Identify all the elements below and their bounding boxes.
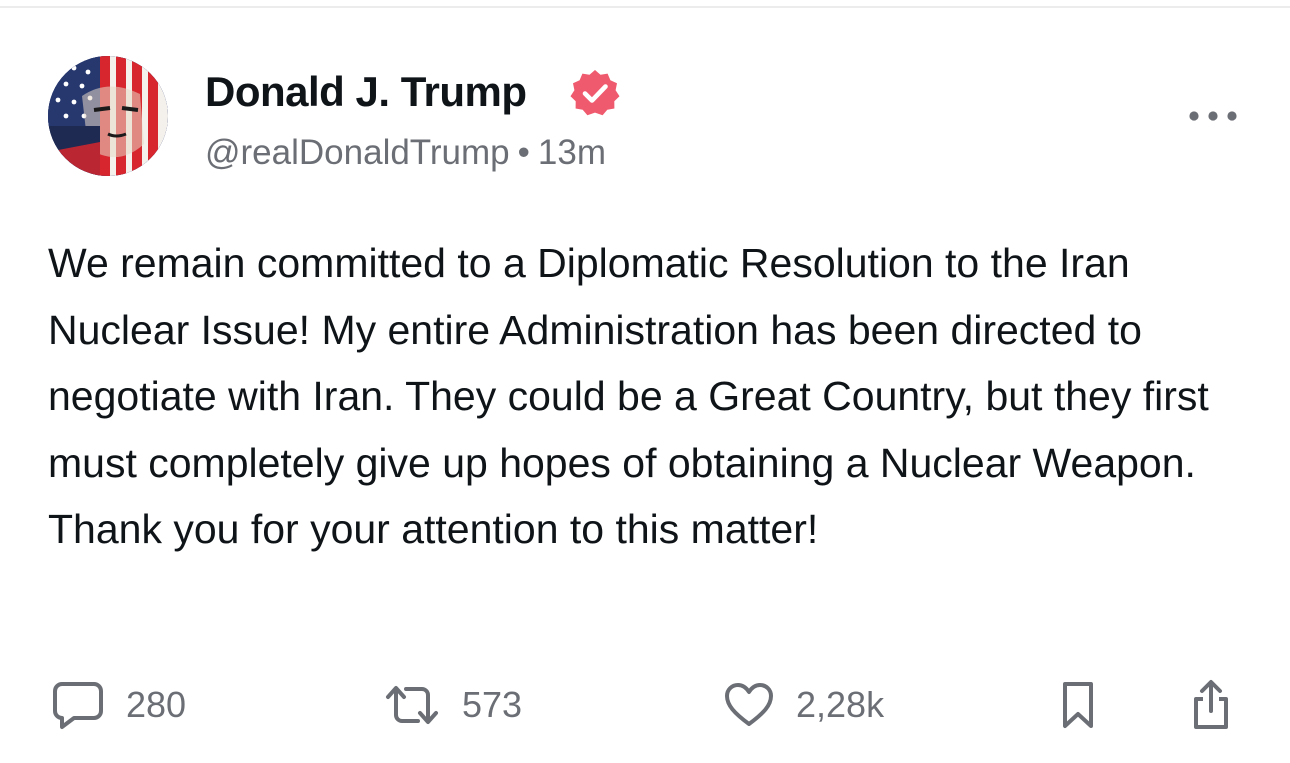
like-count: 2,28k — [796, 684, 885, 725]
share-button[interactable] — [1188, 678, 1234, 732]
author-handle[interactable]: @realDonaldTrump — [205, 133, 510, 172]
meta-separator: • — [517, 133, 530, 172]
top-divider — [0, 6, 1290, 8]
avatar-image — [48, 56, 168, 176]
repost-count: 573 — [462, 684, 523, 725]
repost-button[interactable]: 573 — [384, 678, 522, 732]
heart-icon — [725, 683, 773, 726]
verified-badge-icon — [570, 70, 620, 116]
comment-button[interactable]: 280 — [52, 678, 186, 732]
post-text: We remain committed to a Diplomatic Reso… — [48, 240, 1209, 552]
like-button[interactable]: 2,28k — [724, 678, 884, 732]
repost-arrows-icon — [386, 686, 438, 724]
share-icon — [1194, 680, 1228, 729]
more-horizontal-icon — [1189, 111, 1237, 121]
more-options-button[interactable] — [1186, 100, 1240, 132]
comment-bubble-icon — [53, 682, 103, 729]
author-meta: @realDonaldTrump • 13m — [205, 133, 606, 173]
bookmark-icon — [1063, 682, 1093, 728]
author-name[interactable]: Donald J. Trump — [205, 68, 527, 116]
avatar[interactable] — [48, 56, 168, 176]
comment-count: 280 — [126, 684, 187, 725]
bookmark-button[interactable] — [1056, 678, 1100, 732]
post-timestamp[interactable]: 13m — [538, 133, 606, 172]
